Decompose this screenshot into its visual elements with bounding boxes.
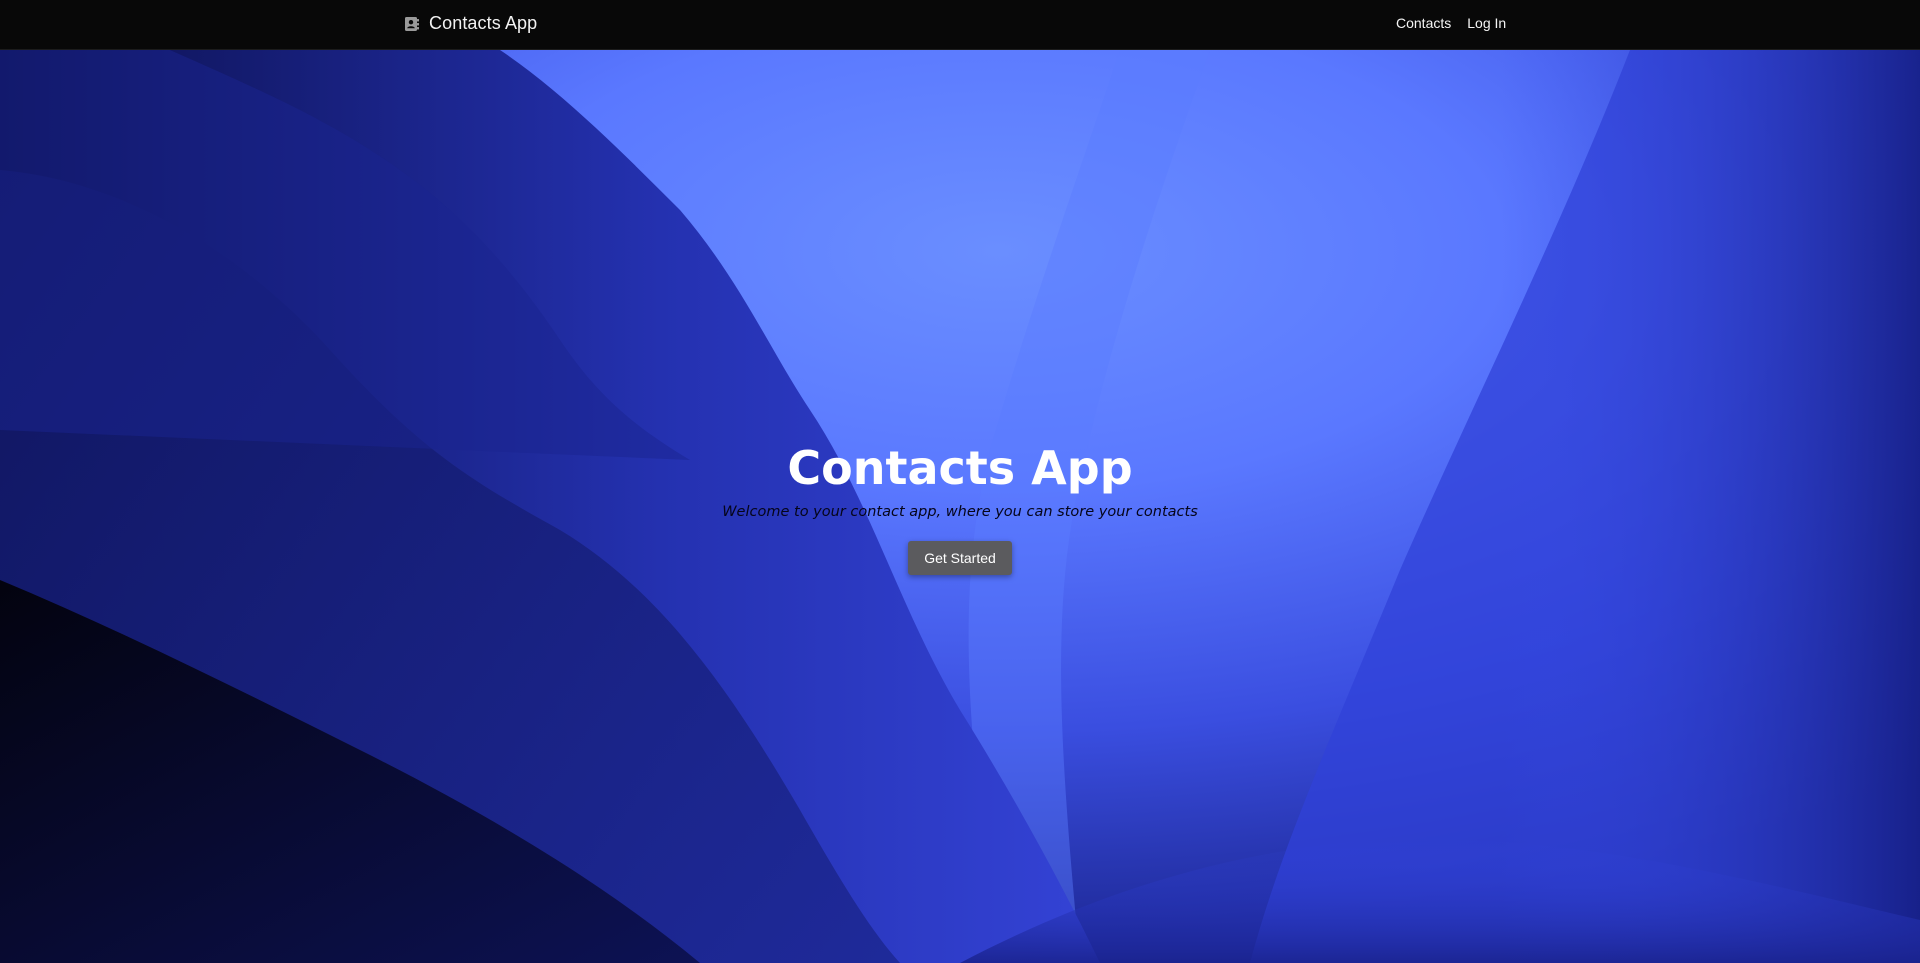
nav-links: Contacts Log In xyxy=(1396,15,1522,31)
hero-subtitle: Welcome to your contact app, where you c… xyxy=(722,504,1198,520)
nav-link-contacts[interactable]: Contacts xyxy=(1396,15,1451,31)
get-started-button[interactable]: Get Started xyxy=(908,541,1012,575)
brand-label: Contacts App xyxy=(429,13,538,33)
hero-title: Contacts App xyxy=(787,441,1133,495)
hero-content: Contacts App Welcome to your contact app… xyxy=(0,440,1920,575)
hero-section: Contacts App Welcome to your contact app… xyxy=(0,50,1920,963)
nav-link-log-in[interactable]: Log In xyxy=(1467,15,1506,31)
contact-card-icon xyxy=(404,16,420,32)
brand-link[interactable]: Contacts App xyxy=(404,13,537,34)
top-navbar: Contacts App Contacts Log In xyxy=(0,0,1920,50)
